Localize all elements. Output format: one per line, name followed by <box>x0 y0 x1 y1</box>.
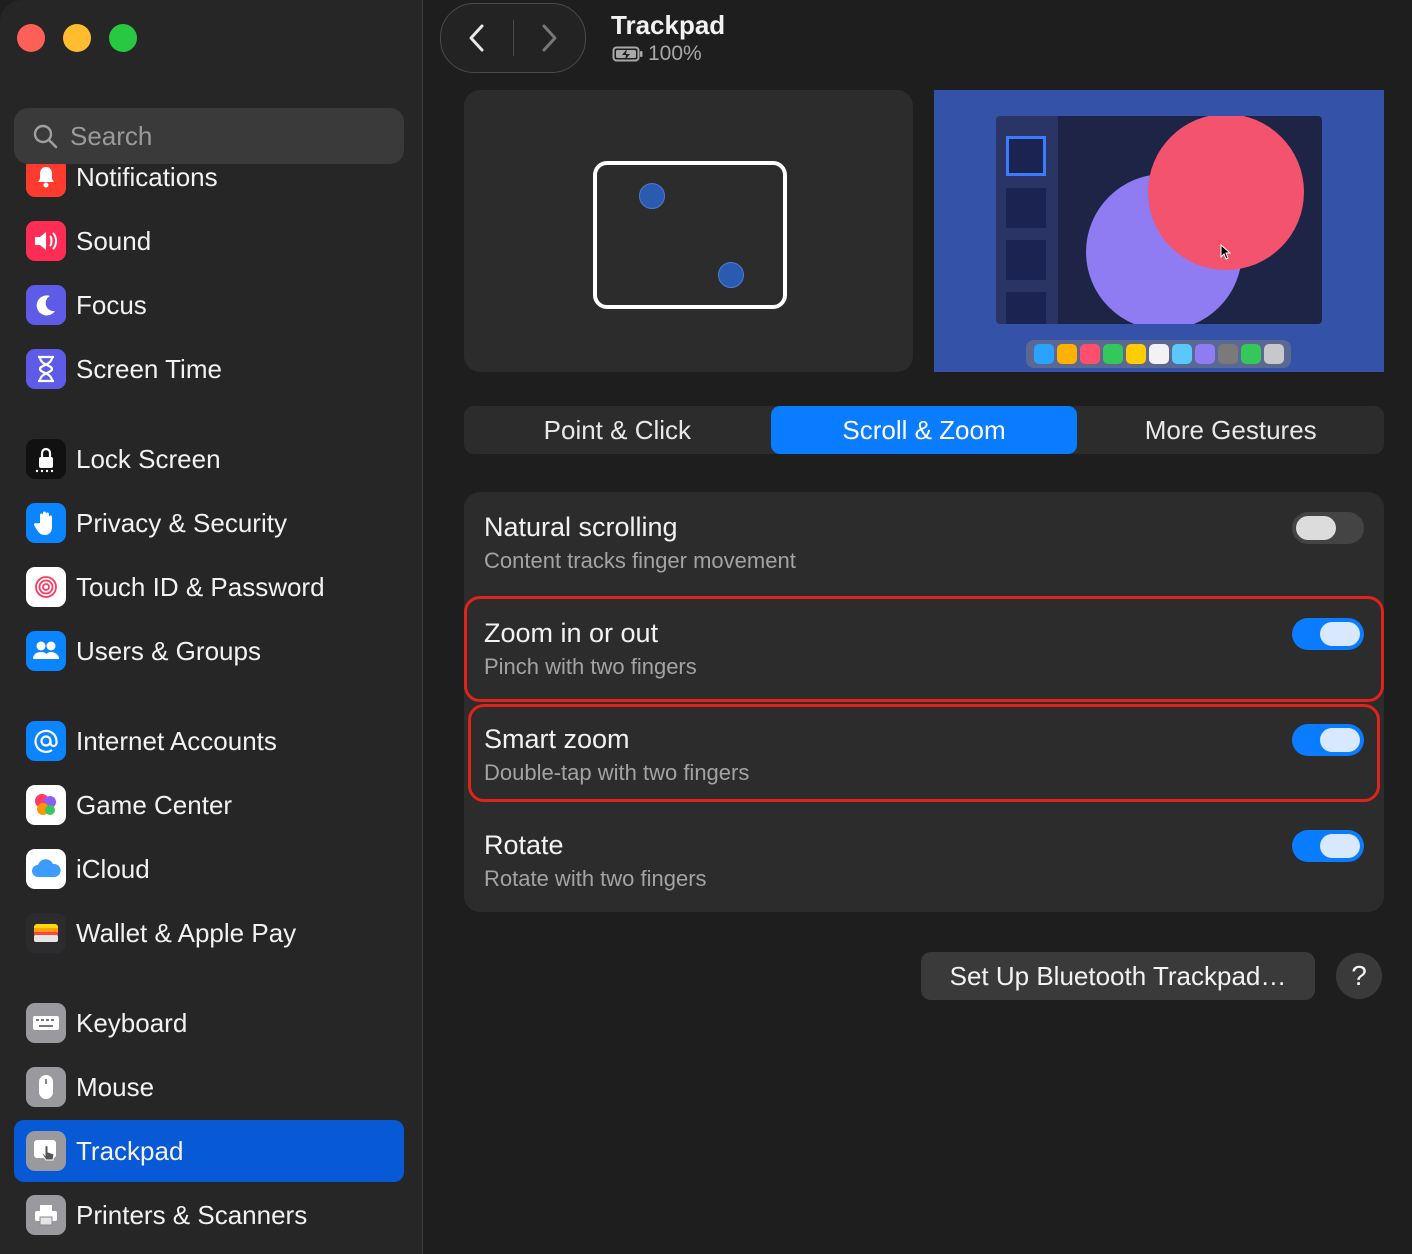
preview-window <box>996 116 1322 324</box>
battery-percentage: 100% <box>648 42 702 65</box>
sidebar-item-label: Screen Time <box>76 353 222 384</box>
preview-thumbnail <box>1006 188 1046 228</box>
finger-point <box>718 262 744 288</box>
lock-icon <box>26 439 66 479</box>
sidebar-item-internet-accounts[interactable]: Internet Accounts <box>14 710 404 772</box>
sidebar-item-label: Wallet & Apple Pay <box>76 917 297 948</box>
preview-dock <box>1026 340 1291 368</box>
tab-point-click[interactable]: Point & Click <box>464 406 771 454</box>
setting-subtitle: Content tracks finger movement <box>484 548 796 573</box>
sidebar-item-label: Keyboard <box>76 1007 188 1038</box>
close-button[interactable] <box>17 24 45 52</box>
chevron-right-icon <box>542 24 557 52</box>
sidebar-item-label: Lock Screen <box>76 443 221 474</box>
chevron-left-icon <box>469 24 484 52</box>
forward-button[interactable] <box>514 4 586 72</box>
sidebar-item-label: Game Center <box>76 789 233 820</box>
sidebar-item-wallet[interactable]: Wallet & Apple Pay <box>14 902 404 964</box>
sidebar-item-label: iCloud <box>76 853 150 884</box>
sidebar-item-label: Users & Groups <box>76 635 261 666</box>
sidebar-item-mouse[interactable]: Mouse <box>14 1056 404 1118</box>
hourglass-icon <box>26 349 66 389</box>
speaker-icon <box>26 221 66 261</box>
finger-point <box>639 183 665 209</box>
sidebar-item-label: Privacy & Security <box>76 507 287 538</box>
sidebar-item-keyboard[interactable]: Keyboard <box>14 992 404 1054</box>
highlight-smart-zoom <box>468 704 1380 802</box>
sidebar-item-focus[interactable]: Focus <box>14 274 404 336</box>
tab-more-gestures[interactable]: More Gestures <box>1077 406 1384 454</box>
printer-icon <box>26 1195 66 1235</box>
preview-thumbnail <box>1006 292 1046 324</box>
at-icon <box>26 721 66 761</box>
sidebar-item-label: Touch ID & Password <box>76 571 325 602</box>
gesture-animation-preview <box>464 90 913 372</box>
sidebar-item-label: Internet Accounts <box>76 725 277 756</box>
preview-thumbnail <box>1006 240 1046 280</box>
battery-charging-icon <box>612 46 643 62</box>
minimize-button[interactable] <box>63 24 91 52</box>
sidebar-item-label: Notifications <box>76 161 218 192</box>
highlight-zoom-in-out <box>464 596 1384 702</box>
game-center-icon <box>26 785 66 825</box>
sidebar-item-label: Sound <box>76 225 152 256</box>
settings-group: Natural scrolling Content tracks finger … <box>464 492 1384 912</box>
search-icon <box>33 124 58 149</box>
preview-sidebar <box>996 116 1058 324</box>
preview-thumbnail <box>1006 136 1046 176</box>
cloud-icon <box>26 849 66 889</box>
sidebar-item-label: Focus <box>76 289 147 320</box>
help-button[interactable]: ? <box>1336 953 1382 999</box>
navigation-buttons <box>440 3 586 73</box>
tab-scroll-zoom[interactable]: Scroll & Zoom <box>770 406 1078 454</box>
sidebar-item-users-groups[interactable]: Users & Groups <box>14 620 404 682</box>
sidebar-item-icloud[interactable]: iCloud <box>14 838 404 900</box>
sidebar-item-touch-id[interactable]: Touch ID & Password <box>14 556 404 618</box>
screen-preview <box>934 90 1384 372</box>
sidebar-item-screen-time[interactable]: Screen Time <box>14 338 404 400</box>
wallet-icon <box>26 913 66 953</box>
rotate-toggle[interactable] <box>1292 830 1364 862</box>
trackpad-illustration <box>593 161 787 309</box>
moon-icon <box>26 285 66 325</box>
page-title: Trackpad <box>611 10 726 40</box>
hand-icon <box>26 503 66 543</box>
sidebar-item-label: Printers & Scanners <box>76 1199 308 1230</box>
fingerprint-icon <box>26 567 66 607</box>
setting-title: Rotate <box>484 830 564 860</box>
segmented-tabs: Point & Click Scroll & Zoom More Gesture… <box>464 406 1384 454</box>
cursor-icon <box>1220 244 1232 260</box>
battery-status: 100% <box>612 42 702 66</box>
sidebar-item-printers[interactable]: Printers & Scanners <box>14 1184 404 1246</box>
search-field[interactable] <box>14 108 404 164</box>
search-input[interactable] <box>68 119 372 153</box>
sidebar-item-trackpad[interactable]: Trackpad <box>14 1120 404 1182</box>
setting-subtitle: Rotate with two fingers <box>484 866 707 891</box>
zoom-button[interactable] <box>109 24 137 52</box>
setup-bluetooth-trackpad-button[interactable]: Set Up Bluetooth Trackpad… <box>921 952 1315 1000</box>
natural-scrolling-toggle[interactable] <box>1292 512 1364 544</box>
setting-rotate: Rotate Rotate with two fingers <box>464 810 1384 916</box>
back-button[interactable] <box>441 4 513 72</box>
sidebar-item-sound[interactable]: Sound <box>14 210 404 272</box>
sidebar-item-privacy-security[interactable]: Privacy & Security <box>14 492 404 554</box>
sidebar-item-label: Trackpad <box>76 1135 184 1166</box>
sidebar-item-game-center[interactable]: Game Center <box>14 774 404 836</box>
keyboard-icon <box>26 1003 66 1043</box>
trackpad-icon <box>26 1131 66 1171</box>
sidebar: Notifications Sound Focus Screen Time Lo… <box>0 0 423 1254</box>
mouse-icon <box>26 1067 66 1107</box>
setting-title: Natural scrolling <box>484 512 678 542</box>
sidebar-item-lock-screen[interactable]: Lock Screen <box>14 428 404 490</box>
window-controls <box>17 24 137 52</box>
users-icon <box>26 631 66 671</box>
sidebar-item-label: Mouse <box>76 1071 155 1102</box>
setting-natural-scrolling: Natural scrolling Content tracks finger … <box>464 492 1384 598</box>
